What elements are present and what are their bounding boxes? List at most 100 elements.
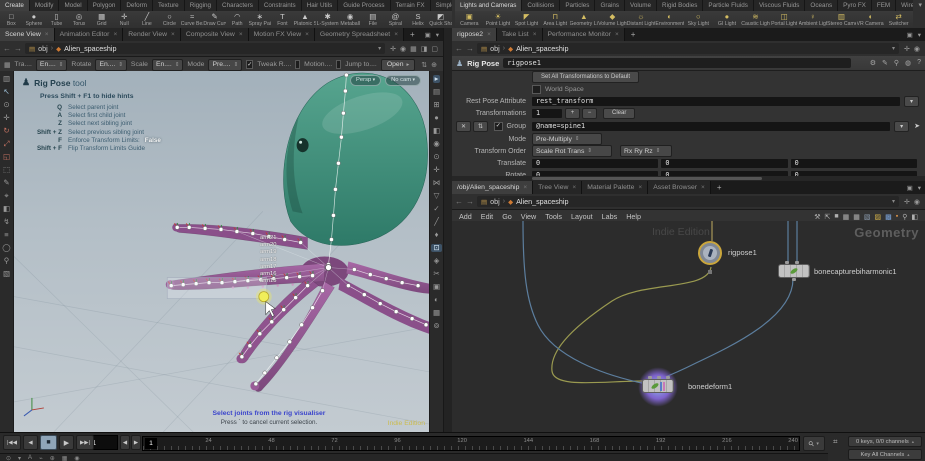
node-bonedeform1[interactable] bbox=[642, 379, 674, 393]
close-icon[interactable] bbox=[572, 184, 576, 191]
menu-item[interactable]: Labs bbox=[602, 212, 618, 221]
stop-button[interactable]: ■ bbox=[40, 435, 57, 450]
rotate-order-dropdown[interactable]: Rx Ry Rz bbox=[620, 145, 672, 157]
shelf-tab[interactable]: Hair Utils bbox=[302, 0, 339, 11]
shelf-tab[interactable]: Wires bbox=[896, 0, 913, 11]
display-option-icon[interactable]: ▽ bbox=[434, 192, 440, 200]
shelf-tab[interactable]: Texture bbox=[153, 0, 185, 11]
rest-pose-dropdown[interactable]: ▾ bbox=[904, 96, 919, 107]
pane-menu-icon[interactable]: ▣ bbox=[425, 31, 431, 39]
close-icon[interactable] bbox=[523, 184, 527, 191]
shelf-tool[interactable]: @Spiral bbox=[384, 11, 407, 28]
group-enable-checkbox[interactable] bbox=[494, 122, 503, 131]
toolbar-icon[interactable]: ⊕ bbox=[431, 61, 437, 69]
remove-transform-button[interactable]: − bbox=[582, 108, 597, 119]
clear-button[interactable]: Clear bbox=[603, 108, 635, 119]
back-icon[interactable]: ← bbox=[455, 194, 463, 209]
display-option-icon[interactable]: ✓ bbox=[433, 205, 439, 213]
input-stub[interactable] bbox=[657, 376, 661, 379]
tool-icon[interactable]: ↯ bbox=[3, 218, 9, 226]
path-node[interactable]: Alien_spaceship bbox=[516, 197, 568, 206]
close-icon[interactable] bbox=[171, 31, 175, 38]
display-option-icon[interactable]: ◐ bbox=[434, 296, 439, 304]
chevron-down-icon[interactable]: ▾ bbox=[892, 198, 895, 205]
display-option-icon[interactable]: ◧ bbox=[433, 127, 440, 135]
display-option-icon[interactable]: ● bbox=[434, 114, 439, 122]
pane-tab[interactable]: Tree View bbox=[533, 181, 582, 194]
pane-menu-icon[interactable]: ▾ bbox=[918, 31, 921, 39]
menu-item[interactable]: Help bbox=[626, 212, 641, 221]
back-icon[interactable]: ← bbox=[3, 41, 11, 56]
display-option-icon[interactable]: ⊚ bbox=[433, 322, 439, 330]
display-option-icon[interactable]: ╱ bbox=[434, 218, 439, 226]
node-label[interactable]: rigpose1 bbox=[728, 248, 757, 257]
add-tab-button[interactable]: + bbox=[631, 30, 636, 39]
input-stub[interactable] bbox=[648, 376, 652, 379]
shelf-tab[interactable]: Model bbox=[59, 0, 87, 11]
pane-tab[interactable]: Scene View bbox=[0, 28, 55, 41]
chevron-down-icon[interactable]: ▾ bbox=[378, 45, 381, 52]
output-stub[interactable] bbox=[792, 278, 796, 281]
shelf-tool[interactable]: ♀Ambient Light bbox=[799, 11, 828, 28]
shelf-tab[interactable]: Particles bbox=[560, 0, 595, 11]
pathbar-icon[interactable]: ◉ bbox=[914, 45, 920, 53]
input-stub[interactable] bbox=[795, 261, 799, 264]
tool-icon[interactable]: ⤢ bbox=[4, 140, 10, 148]
tool-icon[interactable]: ✛ bbox=[3, 114, 9, 122]
shelf-tab[interactable]: Deform bbox=[121, 0, 153, 11]
menu-item[interactable]: View bbox=[521, 212, 536, 221]
pane-tab[interactable]: Animation Editor bbox=[55, 28, 124, 41]
shelf-tab[interactable]: Volume bbox=[625, 0, 657, 11]
node-label[interactable]: bonecapturebiharmonic1 bbox=[814, 267, 897, 276]
menu-item[interactable]: Tools bbox=[545, 212, 562, 221]
shelf-tool[interactable]: ☼Distant Light bbox=[627, 11, 656, 28]
tool-icon[interactable]: ◧ bbox=[3, 205, 10, 213]
play-button[interactable]: ▶ bbox=[59, 435, 74, 450]
playhead[interactable]: 1 bbox=[145, 438, 157, 449]
pane-tab[interactable]: Take List bbox=[497, 28, 543, 41]
multiparm-button[interactable]: ⇅ bbox=[473, 121, 488, 132]
shelf-tool[interactable]: ▦Grid bbox=[90, 11, 113, 28]
prev-key-button[interactable]: ◀ bbox=[120, 435, 130, 450]
display-option-icon[interactable]: ▣ bbox=[433, 283, 440, 291]
shelf-tab[interactable]: Guide Process bbox=[338, 0, 390, 11]
pane-tab[interactable]: Geometry Spreadsheet bbox=[315, 28, 404, 41]
forward-icon[interactable]: → bbox=[466, 194, 474, 209]
shelf-tool[interactable]: ▯Tube bbox=[45, 11, 68, 28]
shelf-tool[interactable]: SHelix bbox=[407, 11, 430, 28]
tool-icon[interactable]: ⚲ bbox=[4, 257, 10, 265]
shelf-tool[interactable]: ▣Camera bbox=[455, 11, 484, 28]
path-node[interactable]: Alien_spaceship bbox=[64, 44, 116, 53]
playbar-option-icon[interactable]: ◉ bbox=[74, 455, 79, 461]
pathbar-icon[interactable]: ◨ bbox=[421, 45, 428, 53]
close-icon[interactable] bbox=[394, 31, 398, 38]
input-stub[interactable] bbox=[666, 376, 670, 379]
path-field[interactable]: ▤ obj › ◆ Alien_spaceship ▾ bbox=[477, 43, 899, 54]
display-option-icon[interactable]: ✂ bbox=[433, 270, 439, 278]
menu-item[interactable]: Go bbox=[502, 212, 512, 221]
close-icon[interactable] bbox=[113, 31, 117, 38]
network-toolbar-icon[interactable]: ◧ bbox=[911, 213, 918, 221]
shelf-tool[interactable]: ○Circle bbox=[158, 11, 181, 28]
timeline-zoom-button[interactable]: ⚲▾ bbox=[803, 436, 825, 451]
translate-y-field[interactable]: 0 bbox=[661, 159, 787, 168]
tool-icon[interactable]: ▥ bbox=[3, 75, 10, 83]
toolbar-icon[interactable]: ⇅ bbox=[421, 61, 427, 69]
flag-stripe[interactable] bbox=[663, 382, 665, 391]
playbar-option-icon[interactable]: A bbox=[28, 455, 32, 461]
tool-icon[interactable]: ▧ bbox=[3, 270, 10, 278]
network-toolbar-icon[interactable]: ▦ bbox=[843, 213, 850, 221]
node-bonecapturebiharmonic1[interactable] bbox=[778, 264, 810, 278]
menu-item[interactable]: Add bbox=[459, 212, 472, 221]
group-dropdown[interactable]: ▾ bbox=[894, 121, 909, 132]
tool-icon[interactable]: ⊙ bbox=[3, 101, 9, 109]
node-rigpose1[interactable] bbox=[698, 241, 722, 265]
network-toolbar-icon[interactable]: ▧ bbox=[864, 213, 871, 221]
shelf-overflow-icon[interactable]: ▾ bbox=[918, 1, 922, 9]
shelf-tool[interactable]: ✱L-System bbox=[316, 11, 339, 28]
shelf-tab[interactable]: Characters bbox=[217, 0, 259, 11]
flag-stripe[interactable] bbox=[660, 382, 662, 391]
display-option-icon[interactable]: ◈ bbox=[434, 257, 440, 265]
network-toolbar-icon[interactable]: ▦ bbox=[853, 213, 860, 221]
pathbar-icon[interactable]: ✛ bbox=[904, 198, 910, 206]
